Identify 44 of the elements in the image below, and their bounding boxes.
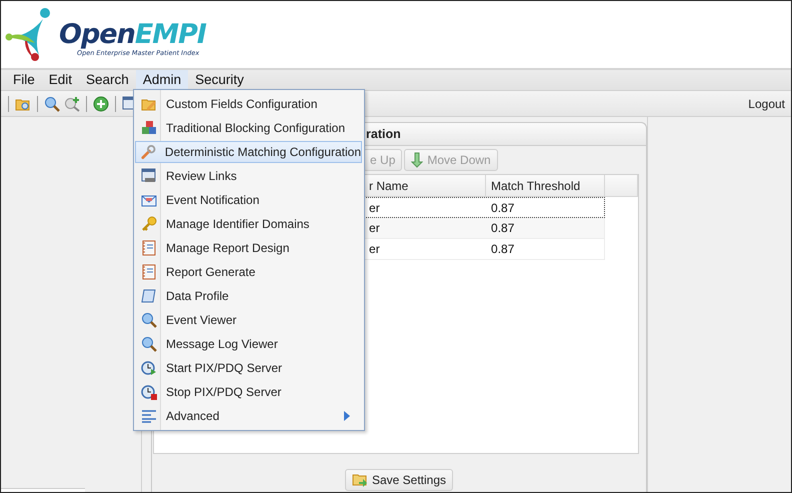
logout-link[interactable]: Logout bbox=[748, 96, 785, 110]
search-icon bbox=[141, 336, 157, 352]
menu-item[interactable]: Stop PIX/PDQ Server bbox=[135, 381, 362, 403]
menu-item[interactable]: Start PIX/PDQ Server bbox=[135, 357, 362, 379]
submenu-arrow-icon bbox=[343, 411, 351, 421]
table-cell-text: 0.87 bbox=[490, 220, 516, 237]
cubes-icon bbox=[141, 120, 157, 136]
search-icon bbox=[141, 312, 157, 328]
key-icon bbox=[141, 216, 157, 232]
notebook-icon bbox=[141, 264, 157, 280]
menu-bar-item[interactable]: Security bbox=[188, 70, 251, 90]
menu-item[interactable]: Custom Fields Configuration bbox=[135, 93, 362, 115]
table-cell-text: er bbox=[368, 220, 381, 237]
table-cell-text: er bbox=[368, 200, 381, 216]
menu-item[interactable]: Message Log Viewer bbox=[135, 333, 362, 355]
table-cell-text: 0.87 bbox=[490, 241, 516, 258]
table-cell-text: er bbox=[368, 241, 381, 258]
add-icon bbox=[93, 96, 109, 112]
column-header[interactable]: Match Threshold bbox=[486, 175, 606, 196]
zoom-plus-icon bbox=[64, 96, 80, 112]
menu-item[interactable]: Traditional Blocking Configuration bbox=[135, 117, 362, 139]
notebook-icon bbox=[141, 240, 157, 256]
clock-stop-icon bbox=[141, 384, 157, 400]
menu-bar-item[interactable]: Edit bbox=[42, 70, 80, 90]
search-icon bbox=[44, 96, 60, 112]
table-cell-text: 0.87 bbox=[490, 200, 516, 216]
menu-bar-item[interactable]: Search bbox=[79, 70, 136, 90]
menu-item[interactable]: Data Profile bbox=[135, 285, 362, 307]
list-icon bbox=[141, 408, 157, 424]
menu-bar-item[interactable]: Admin bbox=[136, 70, 188, 90]
window-links-icon bbox=[141, 168, 157, 184]
menu-item[interactable]: Report Generate bbox=[135, 261, 362, 283]
wrench-icon bbox=[141, 144, 156, 160]
menu-item[interactable]: Deterministic Matching Configuration bbox=[135, 141, 362, 163]
menu-bar-item[interactable]: File bbox=[6, 70, 42, 90]
down-arrow-icon bbox=[411, 152, 424, 168]
menu-item[interactable]: Review Links bbox=[135, 165, 362, 187]
folder-arrow-icon bbox=[352, 472, 368, 488]
clock-play-icon bbox=[141, 360, 157, 376]
menu-item[interactable]: Event Viewer bbox=[135, 309, 362, 331]
menu-item[interactable]: Advanced bbox=[135, 405, 362, 427]
panel-title: ration bbox=[366, 127, 401, 141]
logo-wordmark: OpenEMPI bbox=[59, 20, 206, 48]
save-settings-button[interactable]: Save Settings bbox=[344, 469, 454, 491]
